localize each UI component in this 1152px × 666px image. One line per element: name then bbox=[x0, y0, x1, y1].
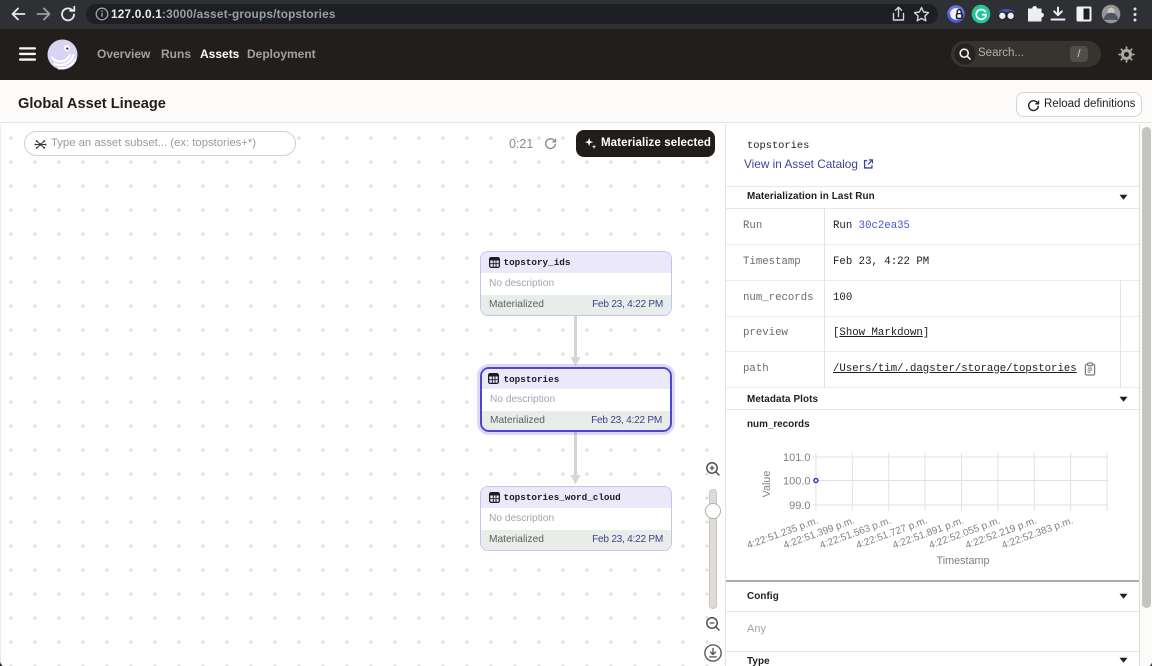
svg-text:Value: Value bbox=[761, 471, 773, 498]
svg-text:99.0: 99.0 bbox=[789, 500, 810, 512]
svg-text:100.0: 100.0 bbox=[783, 476, 811, 488]
svg-text:Timestamp: Timestamp bbox=[937, 555, 990, 567]
svg-text:101.0: 101.0 bbox=[783, 452, 811, 464]
